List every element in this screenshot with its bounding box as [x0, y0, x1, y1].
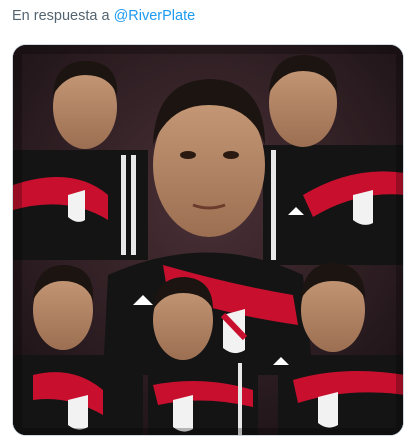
- collage-image: [13, 45, 403, 435]
- tweet-media-photo[interactable]: [12, 44, 404, 436]
- reply-prefix: En respuesta a: [12, 8, 110, 24]
- reply-handle-link[interactable]: @RiverPlate: [114, 8, 196, 24]
- reply-context: En respuesta a @RiverPlate: [12, 6, 195, 26]
